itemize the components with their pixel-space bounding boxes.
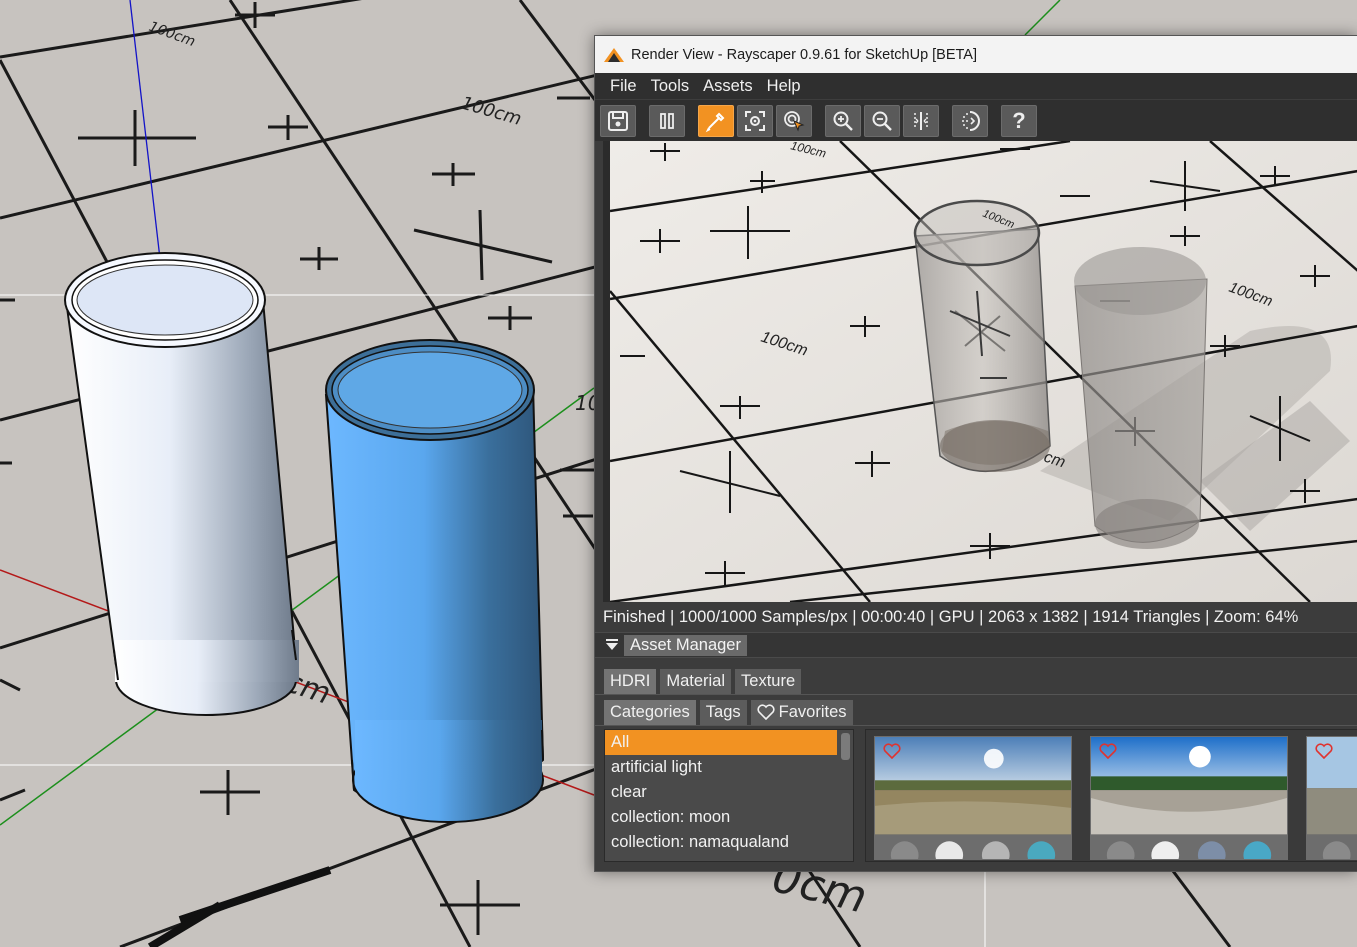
help-button[interactable]: ?	[1001, 104, 1037, 137]
menu-bar: File Tools Assets Help	[595, 73, 1357, 99]
category-list[interactable]: All artificial light clear collection: m…	[604, 729, 854, 862]
tab-favorites[interactable]: Favorites	[750, 700, 853, 725]
pick-focus-button[interactable]	[776, 104, 812, 137]
toolbar: ?	[595, 99, 1357, 141]
category-item[interactable]: All	[605, 730, 837, 755]
help-icon: ?	[1012, 107, 1026, 133]
render-glass-cylinder-right	[1074, 247, 1208, 549]
hdri-preview-image	[1091, 737, 1287, 859]
save-button[interactable]	[600, 104, 636, 137]
tab-material[interactable]: Material	[660, 669, 732, 694]
zoom-out-icon	[872, 111, 892, 131]
blue-cylinder[interactable]	[324, 339, 545, 823]
render-status: Finished | 1000/1000 Samples/px | 00:00:…	[595, 604, 1357, 631]
focus-button[interactable]	[737, 104, 773, 137]
heart-icon	[757, 704, 775, 720]
tab-categories[interactable]: Categories	[604, 700, 696, 725]
render-output[interactable]: 100cm 100cm 100cm 100cm cm	[603, 141, 1357, 602]
menu-tools[interactable]: Tools	[644, 73, 697, 99]
menu-file[interactable]: File	[603, 73, 644, 99]
window-title: Render View - Rayscaper 0.9.61 for Sketc…	[631, 46, 978, 63]
asset-manager-header[interactable]: Asset Manager	[595, 632, 1357, 658]
compare-button[interactable]	[903, 104, 939, 137]
denoise-button[interactable]	[952, 104, 988, 137]
rayscaper-logo-icon	[604, 47, 624, 62]
zoom-out-button[interactable]	[864, 104, 900, 137]
window-titlebar[interactable]: Render View - Rayscaper 0.9.61 for Sketc…	[595, 36, 1357, 73]
category-item[interactable]: collection: moon	[605, 805, 837, 830]
compare-icon	[914, 111, 928, 130]
favorite-heart-icon[interactable]	[1099, 743, 1117, 759]
render-view-window[interactable]: Render View - Rayscaper 0.9.61 for Sketc…	[594, 35, 1357, 872]
tab-texture[interactable]: Texture	[735, 669, 802, 694]
category-item[interactable]: clear	[605, 780, 837, 805]
asset-filter-tabs: Categories Tags Favorites	[595, 698, 1357, 726]
tab-hdri[interactable]: HDRI	[604, 669, 657, 694]
pause-button[interactable]	[649, 104, 685, 137]
zoom-in-icon	[833, 111, 853, 131]
denoise-icon	[962, 110, 980, 131]
asset-type-tabs: HDRI Material Texture	[595, 667, 1357, 695]
tab-tags[interactable]: Tags	[699, 700, 747, 725]
pick-material-button[interactable]	[698, 104, 734, 137]
tab-favorites-label: Favorites	[778, 703, 847, 721]
zoom-in-button[interactable]	[825, 104, 861, 137]
favorite-heart-icon[interactable]	[1315, 743, 1333, 759]
focus-icon	[745, 110, 765, 131]
hdri-preview-image	[875, 737, 1071, 859]
asset-manager-title: Asset Manager	[624, 634, 747, 656]
category-scrollbar[interactable]	[841, 733, 850, 760]
category-item[interactable]: artificial light	[605, 755, 837, 780]
menu-assets[interactable]: Assets	[696, 73, 760, 99]
favorite-heart-icon[interactable]	[883, 743, 901, 759]
hdri-thumbnail-strip[interactable]	[865, 729, 1357, 862]
menu-help[interactable]: Help	[760, 73, 808, 99]
pick-material-icon	[705, 112, 725, 132]
hdri-thumbnail[interactable]	[1306, 736, 1357, 860]
save-icon	[608, 110, 628, 131]
collapse-icon[interactable]	[605, 638, 619, 652]
hdri-thumbnail[interactable]	[1090, 736, 1288, 860]
pick-focus-icon	[784, 110, 805, 132]
pause-icon	[660, 112, 674, 129]
category-item[interactable]: collection: namaqualand	[605, 830, 837, 855]
hdri-thumbnail[interactable]	[874, 736, 1072, 860]
render-image: 100cm 100cm 100cm 100cm cm	[610, 141, 1357, 602]
